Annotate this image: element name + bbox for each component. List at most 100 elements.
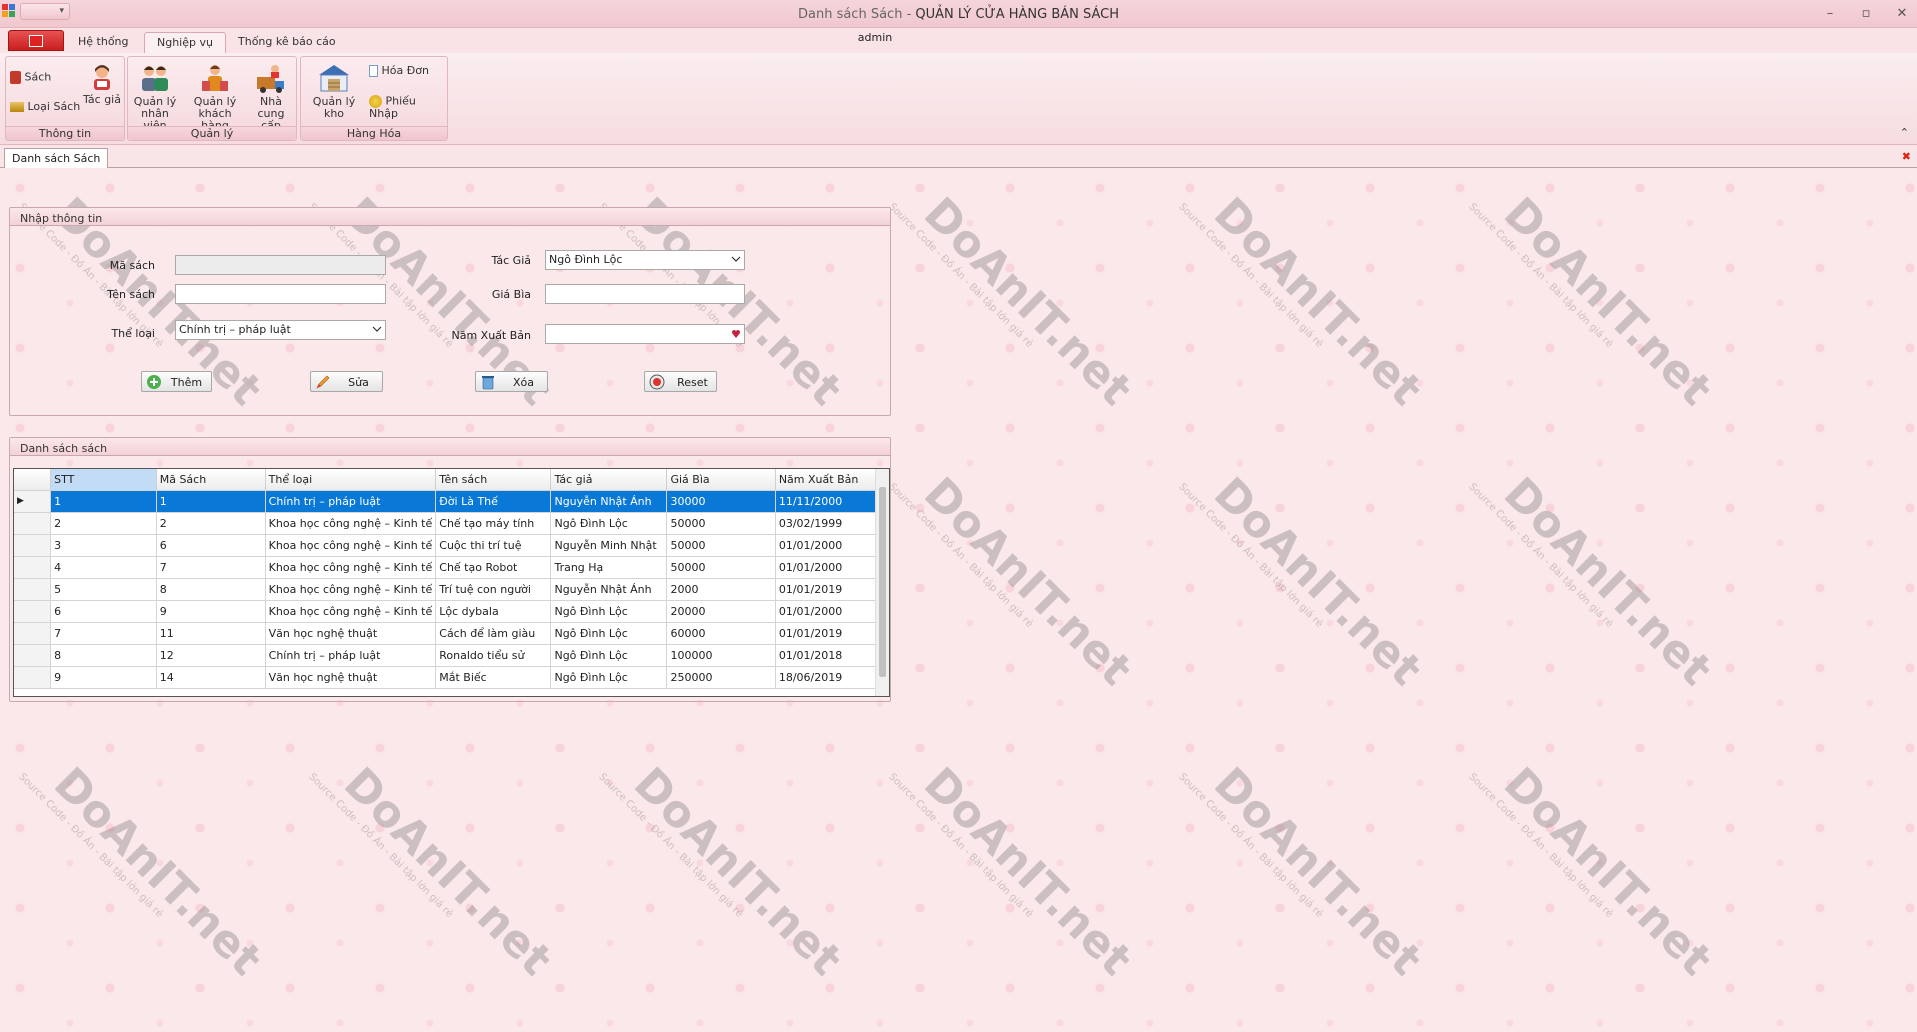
minimize-button[interactable]: – — [1823, 6, 1837, 21]
tac-gia-button[interactable]: Tác giả — [82, 63, 122, 106]
cell-gia-bia[interactable]: 50000 — [666, 534, 776, 557]
maximize-button[interactable]: ▫ — [1859, 6, 1873, 21]
cell-ma-sach[interactable]: 14 — [156, 666, 266, 689]
cell-the-loai[interactable]: Văn học nghệ thuật — [265, 622, 437, 645]
table-row[interactable]: 8 12 Chính trị – pháp luật Ronaldo tiểu … — [14, 644, 889, 667]
cell-the-loai[interactable]: Khoa học công nghệ – Kinh tế — [265, 600, 437, 623]
column-header-ma-sach[interactable]: Mã Sách — [156, 469, 266, 491]
cell-the-loai[interactable]: Văn học nghệ thuật — [265, 666, 437, 689]
cell-tac-gia[interactable]: Ngô Đình Lộc — [550, 622, 668, 645]
cell-nam-xuat-ban[interactable]: 01/01/2019 — [775, 578, 889, 601]
cell-tac-gia[interactable]: Ngô Đình Lộc — [550, 600, 668, 623]
nam-xuat-ban-input[interactable] — [545, 324, 745, 344]
cell-the-loai[interactable]: Chính trị – pháp luật — [265, 490, 437, 513]
table-row[interactable]: 6 9 Khoa học công nghệ – Kinh tế Lộc dyb… — [14, 600, 889, 623]
cell-the-loai[interactable]: Khoa học công nghệ – Kinh tế — [265, 534, 437, 557]
cell-nam-xuat-ban[interactable]: 18/06/2019 — [775, 666, 889, 689]
cell-tac-gia[interactable]: Ngô Đình Lộc — [550, 512, 668, 535]
cell-stt[interactable]: 8 — [50, 644, 157, 667]
quan-ly-khach-hang-button[interactable]: Quản lý khách hàng — [185, 63, 245, 132]
cell-tac-gia[interactable]: Nguyễn Nhật Ánh — [550, 578, 668, 601]
cell-ten-sach[interactable]: Cuộc thi trí tuệ — [435, 534, 552, 557]
column-header-stt[interactable]: STT — [50, 469, 157, 491]
cell-the-loai[interactable]: Chính trị – pháp luật — [265, 644, 437, 667]
column-header-gia-bia[interactable]: Giá Bìa — [666, 469, 776, 491]
cell-ten-sach[interactable]: Cách để làm giàu — [435, 622, 552, 645]
them-button[interactable]: Thêm — [141, 371, 212, 392]
chevron-down-icon[interactable] — [731, 254, 741, 264]
cell-ten-sach[interactable]: Chế tạo máy tính — [435, 512, 552, 535]
tac-gia-select[interactable]: Ngô Đình Lộc — [545, 250, 745, 270]
xoa-button[interactable]: Xóa — [475, 371, 548, 392]
cell-nam-xuat-ban[interactable]: 01/01/2000 — [775, 534, 889, 557]
cell-tac-gia[interactable]: Nguyễn Nhật Ánh — [550, 490, 668, 513]
table-row[interactable]: 9 14 Văn học nghệ thuật Mắt Biếc Ngô Đìn… — [14, 666, 889, 689]
reset-button[interactable]: Reset — [644, 371, 717, 392]
table-row[interactable]: 5 8 Khoa học công nghệ – Kinh tế Trí tuệ… — [14, 578, 889, 601]
cell-stt[interactable]: 3 — [50, 534, 157, 557]
table-row[interactable]: 3 6 Khoa học công nghệ – Kinh tế Cuộc th… — [14, 534, 889, 557]
loai-sach-button[interactable]: Loại Sách — [10, 101, 80, 113]
sach-button[interactable]: Sách — [10, 71, 51, 84]
cell-gia-bia[interactable]: 50000 — [666, 512, 776, 535]
cell-ma-sach[interactable]: 7 — [156, 556, 266, 579]
cell-ten-sach[interactable]: Đời Là Thế — [435, 490, 552, 513]
cell-nam-xuat-ban[interactable]: 01/01/2018 — [775, 644, 889, 667]
cell-ten-sach[interactable]: Mắt Biếc — [435, 666, 552, 689]
table-row[interactable]: 4 7 Khoa học công nghệ – Kinh tế Chế tạo… — [14, 556, 889, 579]
cell-stt[interactable]: 5 — [50, 578, 157, 601]
ribbon-collapse-button[interactable]: ⌃ — [1900, 126, 1909, 139]
cell-the-loai[interactable]: Khoa học công nghệ – Kinh tế — [265, 556, 437, 579]
cell-ma-sach[interactable]: 2 — [156, 512, 266, 535]
ma-sach-input[interactable] — [175, 255, 386, 275]
cell-ma-sach[interactable]: 11 — [156, 622, 266, 645]
cell-stt[interactable]: 6 — [50, 600, 157, 623]
cell-gia-bia[interactable]: 100000 — [666, 644, 776, 667]
gia-bia-input[interactable] — [545, 284, 745, 304]
ten-sach-input[interactable] — [175, 284, 386, 304]
cell-nam-xuat-ban[interactable]: 01/01/2000 — [775, 600, 889, 623]
cell-nam-xuat-ban[interactable]: 01/01/2000 — [775, 556, 889, 579]
scrollbar-thumb[interactable] — [879, 487, 886, 677]
cell-gia-bia[interactable]: 2000 — [666, 578, 776, 601]
cell-nam-xuat-ban[interactable]: 11/11/2000 — [775, 490, 889, 513]
books-grid[interactable]: STT Mã Sách Thể loại Tên sách Tác giả Gi… — [13, 468, 890, 697]
column-header-ten-sach[interactable]: Tên sách — [435, 469, 552, 491]
cell-ma-sach[interactable]: 6 — [156, 534, 266, 557]
cell-the-loai[interactable]: Khoa học công nghệ – Kinh tế — [265, 578, 437, 601]
cell-gia-bia[interactable]: 30000 — [666, 490, 776, 513]
quan-ly-nhan-vien-button[interactable]: Quản lý nhân viên — [130, 63, 180, 132]
table-row[interactable]: ▶ 1 1 Chính trị – pháp luật Đời Là Thế N… — [14, 490, 889, 513]
cell-ten-sach[interactable]: Ronaldo tiểu sử — [435, 644, 552, 667]
close-window-button[interactable]: ✕ — [1895, 6, 1909, 21]
cell-tac-gia[interactable]: Ngô Đình Lộc — [550, 666, 668, 689]
cell-stt[interactable]: 9 — [50, 666, 157, 689]
the-loai-select[interactable]: Chính trị – pháp luật — [175, 320, 386, 340]
cell-ma-sach[interactable]: 1 — [156, 490, 266, 513]
quan-ly-kho-button[interactable]: Quản lý kho — [303, 63, 365, 120]
cell-tac-gia[interactable]: Nguyễn Minh Nhật — [550, 534, 668, 557]
grid-vertical-scrollbar[interactable] — [875, 469, 889, 696]
chevron-down-icon[interactable] — [372, 324, 382, 334]
cell-stt[interactable]: 4 — [50, 556, 157, 579]
cell-ten-sach[interactable]: Chế tạo Robot — [435, 556, 552, 579]
cell-ten-sach[interactable]: Trí tuệ con người — [435, 578, 552, 601]
column-header-the-loai[interactable]: Thể loại — [265, 469, 437, 491]
cell-stt[interactable]: 7 — [50, 622, 157, 645]
cell-ma-sach[interactable]: 9 — [156, 600, 266, 623]
cell-gia-bia[interactable]: 20000 — [666, 600, 776, 623]
cell-tac-gia[interactable]: Ngô Đình Lộc — [550, 644, 668, 667]
cell-stt[interactable]: 2 — [50, 512, 157, 535]
phieu-nhap-button[interactable]: Phiếu Nhập — [369, 95, 447, 120]
close-tab-icon[interactable]: ✖ — [1902, 150, 1911, 163]
cell-ma-sach[interactable]: 12 — [156, 644, 266, 667]
sua-button[interactable]: Sửa — [310, 371, 383, 392]
cell-tac-gia[interactable]: Trang Hạ — [550, 556, 668, 579]
cell-ma-sach[interactable]: 8 — [156, 578, 266, 601]
table-row[interactable]: 2 2 Khoa học công nghệ – Kinh tế Chế tạo… — [14, 512, 889, 535]
cell-gia-bia[interactable]: 60000 — [666, 622, 776, 645]
table-row[interactable]: 7 11 Văn học nghệ thuật Cách để làm giàu… — [14, 622, 889, 645]
calendar-dropdown-icon[interactable] — [731, 329, 741, 339]
hoa-don-button[interactable]: Hóa Đơn — [369, 65, 429, 77]
column-header-tac-gia[interactable]: Tác giả — [550, 469, 668, 491]
